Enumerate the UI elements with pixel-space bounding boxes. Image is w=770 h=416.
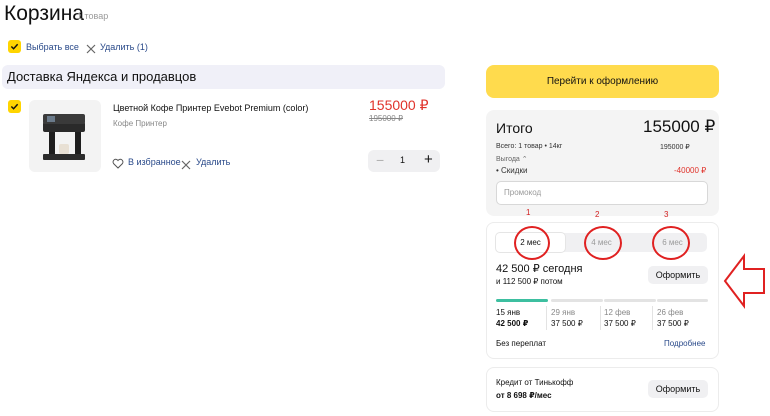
quantity-stepper: − 1 + bbox=[368, 150, 440, 172]
payment-date: 26 фев bbox=[657, 308, 684, 317]
payment-progress-segment bbox=[604, 299, 656, 302]
select-all-checkbox[interactable] bbox=[8, 40, 21, 53]
discounts-value: -40000 ₽ bbox=[674, 166, 707, 175]
select-all-link[interactable]: Выбрать все bbox=[26, 42, 79, 52]
payment-divider bbox=[546, 306, 547, 330]
page-title: Корзина bbox=[4, 2, 84, 25]
payment-progress-segment bbox=[657, 299, 708, 302]
payment-amount: 42 500 ₽ bbox=[496, 319, 529, 328]
payment-progress-segment bbox=[551, 299, 603, 302]
checkout-button[interactable]: Перейти к оформлению bbox=[486, 65, 719, 98]
promo-placeholder: Промокод bbox=[504, 188, 542, 197]
product-checkbox[interactable] bbox=[8, 100, 21, 113]
remove-product-link[interactable]: Удалить bbox=[196, 157, 230, 167]
delete-selected-icon[interactable] bbox=[86, 41, 96, 54]
payment-amount: 37 500 ₽ bbox=[657, 319, 689, 328]
credit-monthly-amount: от 8 698 ₽/мес bbox=[496, 391, 552, 400]
credit-title: Кредит от Тинькофф bbox=[496, 378, 574, 387]
annotation-number: 2 bbox=[595, 210, 600, 219]
product-price: 155000 ₽ bbox=[369, 97, 429, 113]
cart-item-count: 1 товар bbox=[77, 11, 109, 21]
payment-divider bbox=[652, 306, 653, 330]
promo-code-input[interactable]: Промокод bbox=[496, 181, 708, 205]
heart-icon[interactable] bbox=[112, 156, 124, 169]
payment-date: 29 янв bbox=[551, 308, 576, 317]
annotation-arrow-icon bbox=[723, 253, 765, 309]
payment-progress-segment bbox=[496, 299, 548, 302]
remove-icon[interactable] bbox=[181, 157, 191, 170]
split-order-button[interactable]: Оформить bbox=[648, 266, 708, 284]
increase-quantity-button[interactable]: + bbox=[424, 151, 433, 168]
payment-date: 15 янв bbox=[496, 308, 521, 317]
split-later-amount: и 112 500 ₽ потом bbox=[496, 277, 563, 286]
summary-items-value: 195000 ₽ bbox=[660, 144, 690, 151]
annotation-number: 1 bbox=[526, 208, 531, 217]
product-old-price: 195000 ₽ bbox=[369, 114, 404, 123]
payment-divider bbox=[600, 306, 601, 330]
add-to-favorites-link[interactable]: В избранное bbox=[128, 157, 181, 167]
split-today-amount: 42 500 ₽ сегодня bbox=[496, 263, 583, 275]
chevron-up-icon: ⌃ bbox=[521, 156, 528, 163]
annotation-circle bbox=[514, 226, 550, 260]
quantity-value[interactable]: 1 bbox=[400, 155, 405, 165]
benefit-label: Выгода bbox=[496, 156, 520, 163]
delete-selected-link[interactable]: Удалить (1) bbox=[100, 42, 148, 52]
summary-label: Итого bbox=[496, 120, 533, 136]
discounts-label: • Скидки bbox=[496, 166, 528, 175]
annotation-circle bbox=[584, 226, 622, 260]
annotation-circle bbox=[652, 226, 690, 260]
more-details-link[interactable]: Подробнее bbox=[664, 339, 706, 348]
payment-date: 12 фев bbox=[604, 308, 631, 317]
payment-amount: 37 500 ₽ bbox=[551, 319, 583, 328]
check-icon bbox=[10, 43, 19, 50]
credit-order-button[interactable]: Оформить bbox=[648, 380, 708, 398]
no-overpay-label: Без переплат bbox=[496, 339, 547, 348]
product-image[interactable] bbox=[29, 100, 101, 172]
check-icon bbox=[10, 103, 19, 110]
summary-total: 155000 ₽ bbox=[643, 117, 716, 136]
product-name[interactable]: Цветной Кофе Принтер Evebot Premium (col… bbox=[113, 103, 308, 113]
payment-amount: 37 500 ₽ bbox=[604, 319, 636, 328]
product-category: Кофе Принтер bbox=[113, 119, 167, 128]
benefit-toggle[interactable]: Выгода ⌃ bbox=[496, 155, 528, 163]
delivery-title: Доставка Яндекса и продавцов bbox=[7, 69, 197, 84]
annotation-number: 3 bbox=[664, 210, 669, 219]
decrease-quantity-button[interactable]: − bbox=[376, 152, 384, 168]
summary-items-line: Всего: 1 товар • 14кг bbox=[496, 143, 563, 150]
